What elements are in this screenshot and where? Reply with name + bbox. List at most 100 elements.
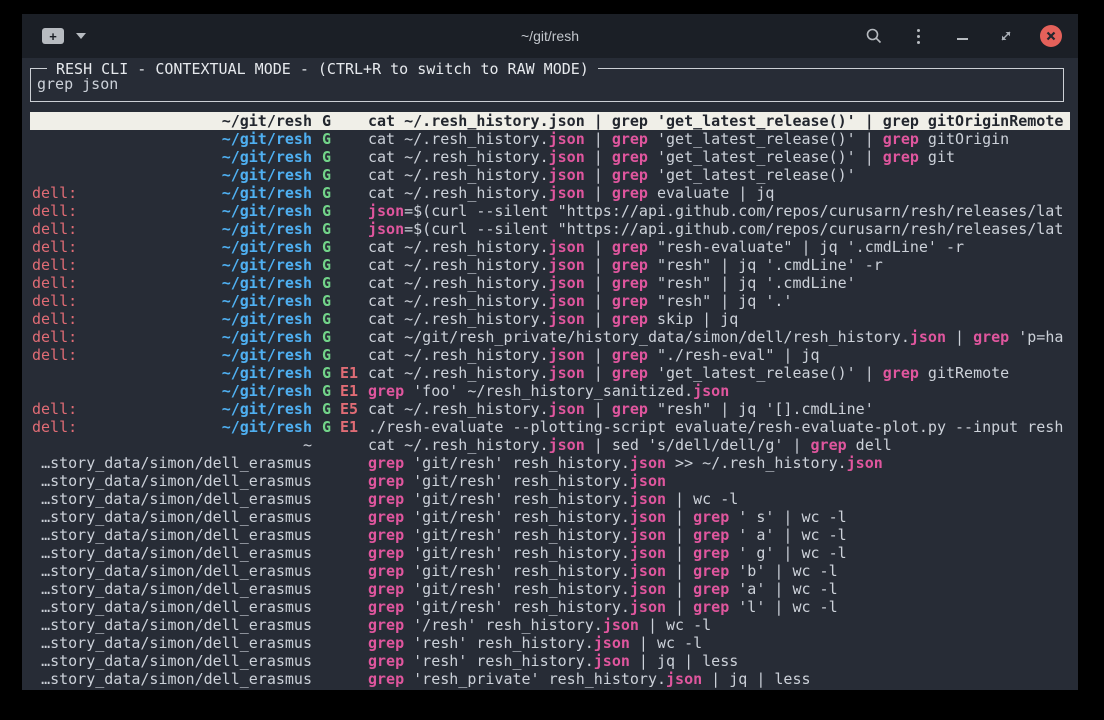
titlebar-right-group [864, 25, 1062, 47]
directory-label: ~/git/resh [30, 310, 312, 328]
history-row[interactable]: dell: ~/git/resh G cat ~/.resh_history.j… [30, 238, 1070, 256]
history-row[interactable]: …story_data/simon/dell_erasmus grep 'git… [30, 526, 1070, 544]
history-row[interactable]: ~/git/resh GE1 cat ~/.resh_history.json … [30, 364, 1070, 382]
terminal-window: + ~/git/resh [22, 14, 1078, 690]
directory-label: …story_data/simon/dell_erasmus [30, 508, 312, 526]
new-tab-icon[interactable]: + [42, 28, 64, 44]
history-row[interactable]: dell: ~/git/resh G cat ~/.resh_history.j… [30, 292, 1070, 310]
command-text: ./resh-evaluate --plotting-script evalua… [368, 418, 1063, 436]
status-flags: GE1 [322, 364, 358, 382]
command-text: grep 'git/resh' resh_history.json | wc -… [368, 490, 738, 508]
history-row[interactable]: …story_data/simon/dell_erasmus grep 'git… [30, 472, 1070, 490]
history-row[interactable]: dell: ~/git/resh G cat ~/.resh_history.j… [30, 310, 1070, 328]
status-flags: G [322, 256, 340, 274]
status-flags: G [322, 148, 340, 166]
history-row[interactable]: ~/git/resh GE1 grep 'foo' ~/resh_history… [30, 382, 1070, 400]
command-text: grep 'git/resh' resh_history.json | grep… [368, 526, 847, 544]
command-text: grep 'git/resh' resh_history.json [368, 472, 666, 490]
command-text: cat ~/.resh_history.json | grep 'get_lat… [368, 364, 1009, 382]
history-row[interactable]: …story_data/simon/dell_erasmus grep 'git… [30, 490, 1070, 508]
command-text: cat ~/.resh_history.json | grep 'get_lat… [368, 166, 856, 184]
status-flags: G [322, 346, 340, 364]
command-text: grep '/resh' resh_history.json | wc -l [368, 616, 711, 634]
status-flags: G [322, 130, 340, 148]
history-row[interactable]: …story_data/simon/dell_erasmus grep '/re… [30, 616, 1070, 634]
directory-label: ~/git/resh [30, 202, 312, 220]
status-flags: GE1 [322, 382, 358, 400]
resh-mode-title: RESH CLI - CONTEXTUAL MODE - (CTRL+R to … [47, 60, 598, 78]
command-text: grep 'resh' resh_history.json | wc -l [368, 634, 702, 652]
directory-label: …story_data/simon/dell_erasmus [30, 616, 312, 634]
directory-label: ~/git/resh [30, 292, 312, 310]
history-row[interactable]: …story_data/simon/dell_erasmus grep 'git… [30, 454, 1070, 472]
history-list: ~/git/resh G cat ~/.resh_history.json | … [30, 112, 1070, 688]
command-text: cat ~/.resh_history.json | grep "resh-ev… [368, 238, 964, 256]
directory-label: ~/git/resh [30, 274, 312, 292]
command-text: grep 'git/resh' resh_history.json | grep… [368, 598, 838, 616]
history-row[interactable]: dell: ~/git/resh G cat ~/.resh_history.j… [30, 256, 1070, 274]
directory-label: …story_data/simon/dell_erasmus [30, 634, 312, 652]
command-text: cat ~/.resh_history.json | grep "./resh-… [368, 346, 820, 364]
search-icon[interactable] [864, 26, 884, 46]
history-row[interactable]: dell: ~/git/resh G cat ~/.resh_history.j… [30, 346, 1070, 364]
titlebar-left-group: + [42, 28, 86, 44]
status-flags: G [322, 112, 340, 130]
history-row[interactable]: …story_data/simon/dell_erasmus grep 'res… [30, 634, 1070, 652]
command-text: grep 'git/resh' resh_history.json | grep… [368, 580, 838, 598]
history-row[interactable]: dell: ~/git/resh GE1 ./resh-evaluate --p… [30, 418, 1070, 436]
history-row[interactable]: ~/git/resh G cat ~/.resh_history.json | … [30, 166, 1070, 184]
directory-label: …story_data/simon/dell_erasmus [30, 544, 312, 562]
history-row[interactable]: …story_data/simon/dell_erasmus grep 'res… [30, 652, 1070, 670]
directory-label: …story_data/simon/dell_erasmus [30, 598, 312, 616]
history-row[interactable]: dell: ~/git/resh G cat ~/.resh_history.j… [30, 184, 1070, 202]
command-text: cat ~/.resh_history.json | grep 'get_lat… [368, 130, 1009, 148]
status-flags: G [322, 274, 340, 292]
history-row[interactable]: dell: ~/git/resh G cat ~/git/resh_privat… [30, 328, 1070, 346]
history-row[interactable]: dell: ~/git/resh GE5 cat ~/.resh_history… [30, 400, 1070, 418]
close-icon[interactable] [1040, 25, 1062, 47]
directory-label: …story_data/simon/dell_erasmus [30, 562, 312, 580]
terminal-content: RESH CLI - CONTEXTUAL MODE - (CTRL+R to … [22, 58, 1078, 690]
history-row[interactable]: ~ cat ~/.resh_history.json | sed 's/dell… [30, 436, 1070, 454]
directory-label: …story_data/simon/dell_erasmus [30, 652, 312, 670]
history-row[interactable]: ~/git/resh G cat ~/.resh_history.json | … [30, 130, 1070, 148]
history-row[interactable]: ~/git/resh G cat ~/.resh_history.json | … [30, 112, 1070, 130]
directory-label: ~/git/resh [30, 256, 312, 274]
command-text: grep 'git/resh' resh_history.json | grep… [368, 562, 838, 580]
status-flags: G [322, 310, 340, 328]
directory-label: …story_data/simon/dell_erasmus [30, 454, 312, 472]
directory-label: ~/git/resh [30, 238, 312, 256]
directory-label: ~/git/resh [30, 328, 312, 346]
command-text: grep 'git/resh' resh_history.json >> ~/.… [368, 454, 883, 472]
menu-kebab-icon[interactable] [908, 26, 928, 46]
history-row[interactable]: …story_data/simon/dell_erasmus grep 'git… [30, 508, 1070, 526]
history-row[interactable]: …story_data/simon/dell_erasmus grep 'git… [30, 598, 1070, 616]
directory-label: ~/git/resh [30, 382, 312, 400]
history-row[interactable]: dell: ~/git/resh G json=$(curl --silent … [30, 220, 1070, 238]
minimize-icon[interactable] [952, 26, 972, 46]
history-row[interactable]: …story_data/simon/dell_erasmus grep 'git… [30, 580, 1070, 598]
status-flags: GE5 [322, 400, 358, 418]
history-row[interactable]: …story_data/simon/dell_erasmus grep 'git… [30, 562, 1070, 580]
command-text: grep 'resh' resh_history.json | jq | les… [368, 652, 738, 670]
history-row[interactable]: …story_data/simon/dell_erasmus grep 'git… [30, 544, 1070, 562]
command-text: cat ~/.resh_history.json | grep 'get_lat… [368, 148, 955, 166]
command-text: grep 'git/resh' resh_history.json | grep… [368, 544, 847, 562]
command-text: cat ~/.resh_history.json | grep 'get_lat… [368, 112, 1063, 130]
command-text: json=$(curl --silent "https://api.github… [368, 202, 1063, 220]
history-row[interactable]: dell: ~/git/resh G json=$(curl --silent … [30, 202, 1070, 220]
status-flags: GE1 [322, 418, 358, 436]
restore-icon[interactable] [996, 26, 1016, 46]
titlebar: + ~/git/resh [22, 14, 1078, 58]
directory-label: ~/git/resh [30, 184, 312, 202]
directory-label: ~/git/resh [30, 220, 312, 238]
command-text: cat ~/.resh_history.json | grep "resh" |… [368, 400, 874, 418]
directory-label: …story_data/simon/dell_erasmus [30, 580, 312, 598]
directory-label: ~/git/resh [30, 346, 312, 364]
directory-label: ~/git/resh [30, 166, 312, 184]
history-row[interactable]: dell: ~/git/resh G cat ~/.resh_history.j… [30, 274, 1070, 292]
history-row[interactable]: ~/git/resh G cat ~/.resh_history.json | … [30, 148, 1070, 166]
history-row[interactable]: …story_data/simon/dell_erasmus grep 'res… [30, 670, 1070, 688]
chevron-down-icon[interactable] [76, 33, 86, 39]
command-text: cat ~/git/resh_private/history_data/simo… [368, 328, 1063, 346]
